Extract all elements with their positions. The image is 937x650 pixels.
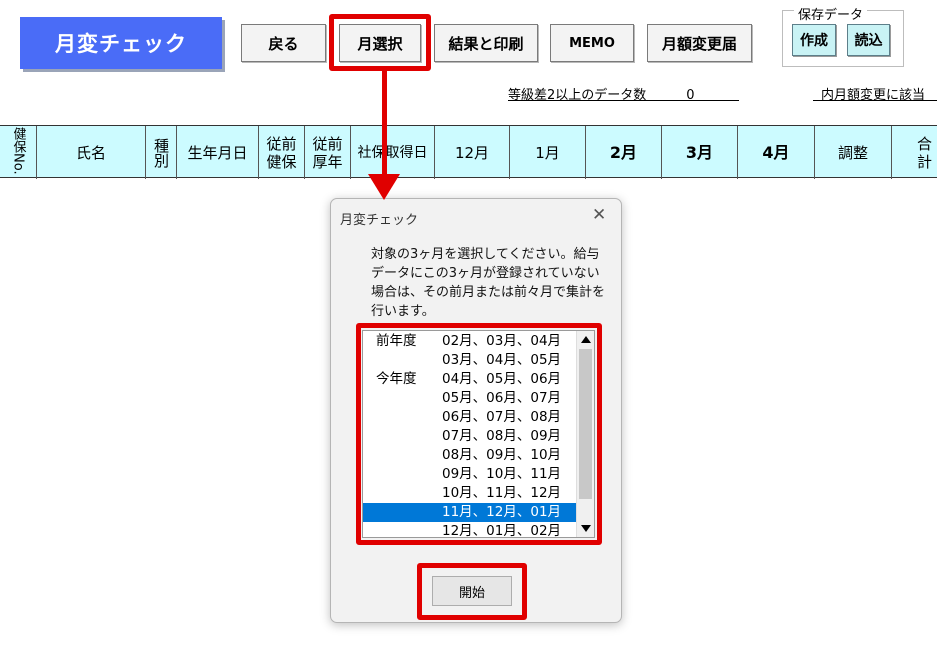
back-button[interactable]: 戻る (241, 24, 326, 62)
highlight-listbox (356, 323, 602, 545)
header-health-no: 健保No. (0, 126, 37, 179)
header-jan: 1月 (510, 126, 586, 179)
create-button[interactable]: 作成 (792, 24, 836, 56)
grade-diff-count: 0 (686, 88, 695, 101)
header-prev-pension: 従前厚年 (305, 126, 351, 179)
app-title: 月変チェック (20, 17, 222, 69)
header-name: 氏名 (37, 126, 146, 179)
monthly-change-label: 内月額変更に該当 (821, 88, 926, 101)
memo-button[interactable]: MEMO (550, 24, 634, 62)
table-header-row: 健保No. 氏名 種別 生年月日 従前健保 従前厚年 社保取得日 12月 1月 … (0, 125, 937, 179)
header-dec: 12月 (435, 126, 510, 179)
load-button[interactable]: 読込 (847, 24, 890, 56)
header-feb: 2月 (586, 126, 662, 179)
header-prev-health: 従前健保 (259, 126, 305, 179)
highlight-month-select (329, 14, 431, 71)
header-mar: 3月 (662, 126, 738, 179)
save-data-label: 保存データ (794, 4, 868, 23)
header-apr: 4月 (738, 126, 815, 179)
grade-diff-label: 等級差2以上のデータ数 (508, 88, 647, 101)
dialog-message: 対象の3ヶ月を選択してください。給与データにこの3ヶ月が登録されていない場合は、… (371, 247, 606, 319)
monthly-change-notice-button[interactable]: 月額変更届 (647, 24, 752, 62)
header-acquisition-date: 社保取得日 (351, 126, 435, 179)
header-health-no-text: 健保No. (10, 127, 26, 175)
monthly-change-summary: 内月額変更に該当 (813, 84, 937, 101)
dialog-title: 月変チェック (340, 213, 419, 228)
header-type-text: 種別 (152, 137, 170, 168)
results-print-button[interactable]: 結果と印刷 (434, 24, 538, 62)
header-total: 合計 (916, 134, 932, 171)
header-birthdate: 生年月日 (177, 126, 259, 179)
header-type: 種別 (146, 126, 177, 179)
highlight-arrow-line (382, 70, 387, 178)
header-adjust: 調整 (815, 126, 892, 179)
highlight-start-button (417, 563, 527, 620)
highlight-arrow-head (368, 174, 400, 200)
close-icon[interactable]: ✕ (592, 205, 606, 225)
grade-diff-summary: 等級差2以上のデータ数 0 (508, 84, 739, 101)
